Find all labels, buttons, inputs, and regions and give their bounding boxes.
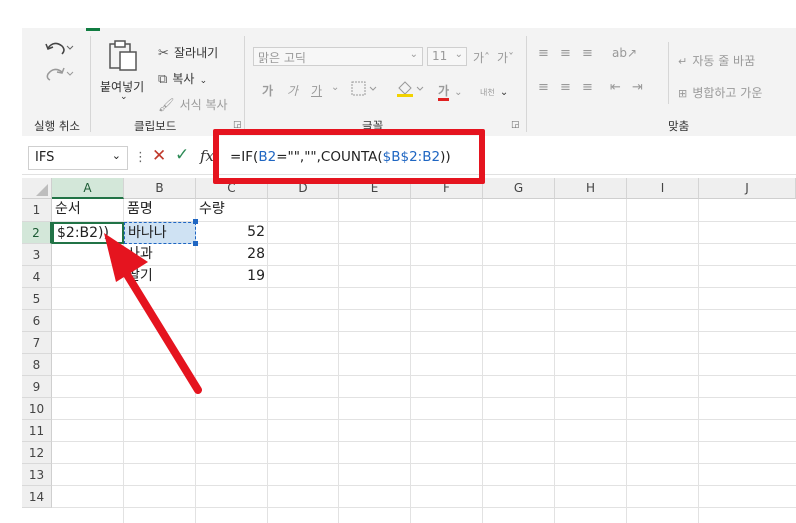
annotation-arrow-icon — [104, 233, 202, 394]
